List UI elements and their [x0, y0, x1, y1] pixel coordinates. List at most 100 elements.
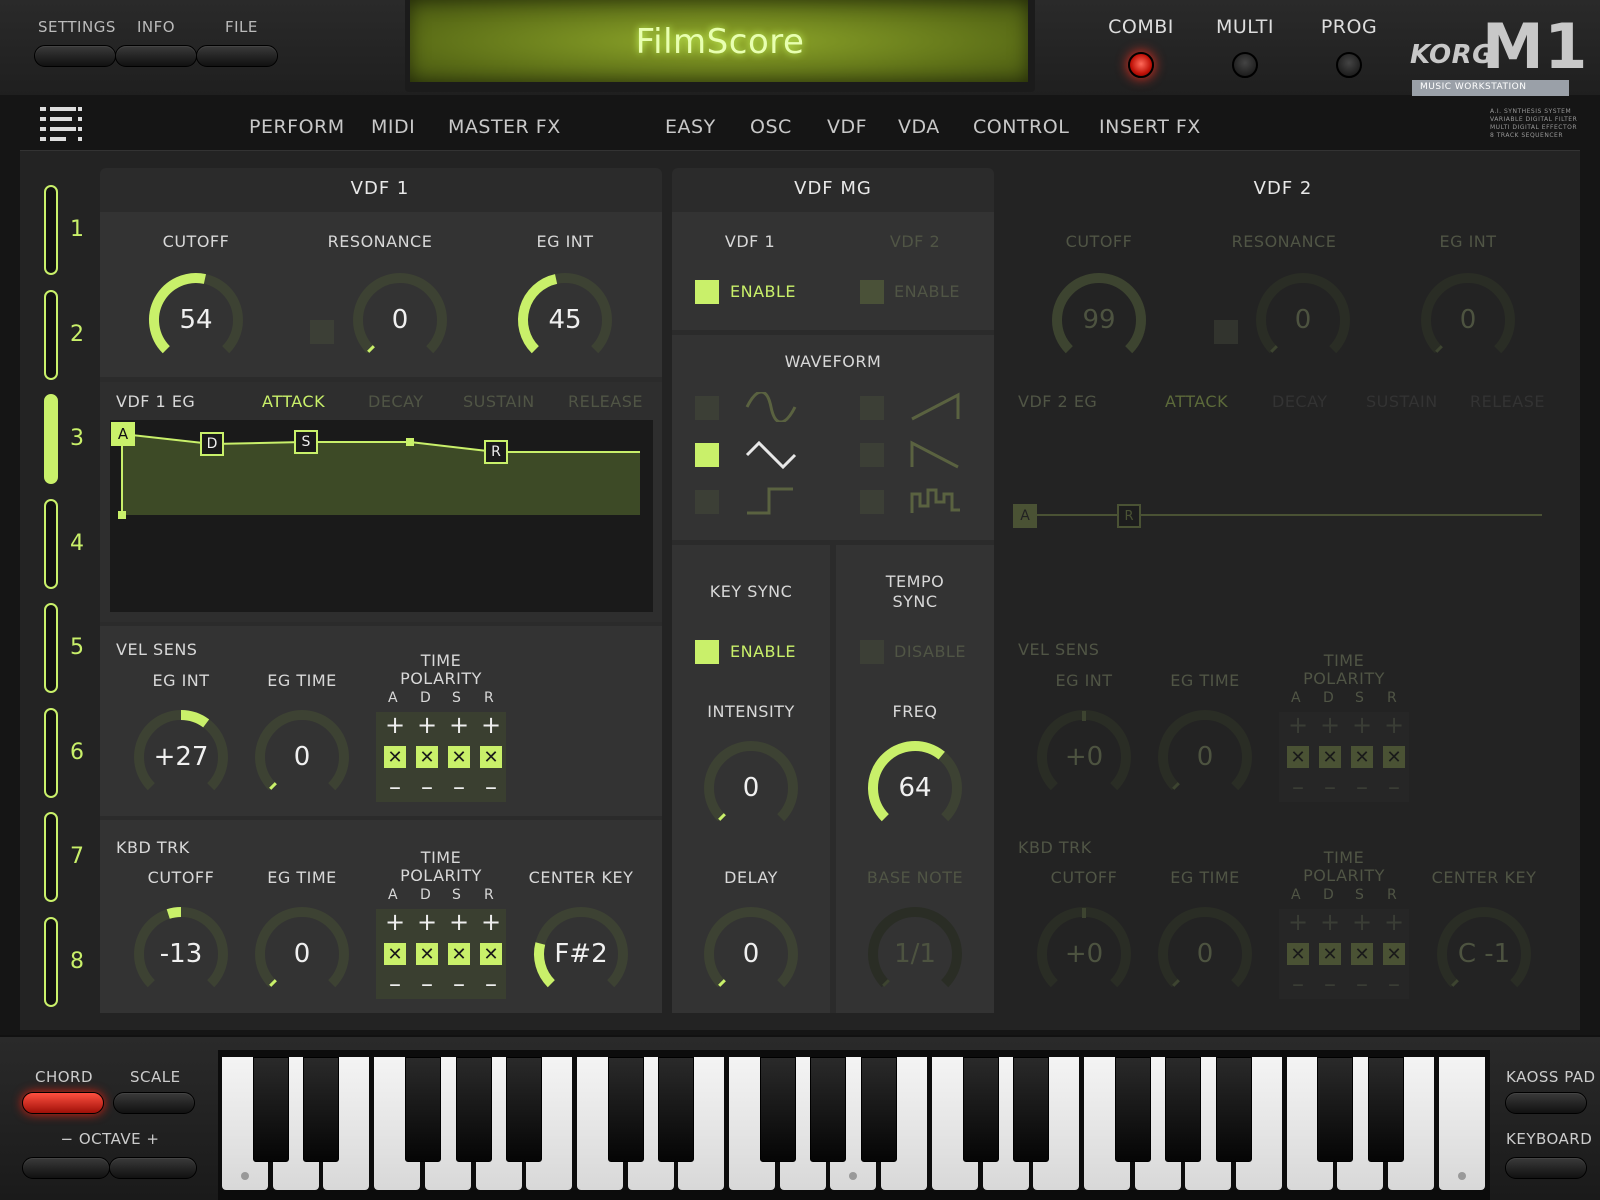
kbd-off-s-button[interactable]: ✕ — [448, 943, 470, 965]
kbd-plus-s-button[interactable]: + — [444, 907, 474, 937]
vdf2-vel-egtime-knob[interactable]: 0 — [1150, 702, 1260, 812]
eg-graph[interactable] — [110, 420, 653, 612]
base-note-knob[interactable]: 1/1 — [860, 899, 970, 1009]
kbd-off-d-button[interactable]: ✕ — [416, 943, 438, 965]
kbd-egtime-knob[interactable]: 0 — [247, 899, 357, 1009]
vdf2-vel-minus-a-button[interactable]: – — [1283, 772, 1313, 802]
vdf2-eg-point-a[interactable]: A — [1013, 504, 1037, 528]
tab-control[interactable]: CONTROL — [973, 116, 1069, 138]
vdf2-kbd-egtime-knob[interactable]: 0 — [1150, 899, 1260, 1009]
vdf2-vel-minus-r-button[interactable]: – — [1379, 772, 1409, 802]
eg-point-d[interactable]: D — [200, 432, 224, 456]
egint-knob[interactable]: 45 — [510, 265, 620, 375]
vel-minus-a-button[interactable]: – — [380, 772, 410, 802]
wave-triangle-select[interactable] — [695, 443, 719, 467]
tab-vda[interactable]: VDA — [898, 116, 940, 138]
vdf2-eg-point-r[interactable]: R — [1117, 504, 1141, 528]
tab-master-fx[interactable]: MASTER FX — [448, 116, 561, 138]
mg-vdf2-enable-checkbox[interactable] — [860, 280, 884, 304]
vel-minus-s-button[interactable]: – — [444, 772, 474, 802]
black-key[interactable] — [1013, 1057, 1050, 1162]
vdf2-kbd-off-r-button[interactable]: ✕ — [1383, 943, 1405, 965]
vdf2-vel-off-s-button[interactable]: ✕ — [1351, 746, 1373, 768]
key-sync-enable-checkbox[interactable] — [695, 640, 719, 664]
intensity-knob[interactable]: 0 — [696, 733, 806, 843]
vdf2-vel-minus-s-button[interactable]: – — [1347, 772, 1377, 802]
kbd-off-r-button[interactable]: ✕ — [480, 943, 502, 965]
scale-button[interactable] — [113, 1092, 195, 1114]
tab-vdf[interactable]: VDF — [827, 116, 867, 138]
kbd-minus-r-button[interactable]: – — [476, 969, 506, 999]
vdf2-eg-decay-tab[interactable]: DECAY — [1272, 392, 1328, 411]
vdf2-kbd-minus-d-button[interactable]: – — [1315, 969, 1345, 999]
black-key[interactable] — [506, 1057, 543, 1162]
prog-mode-led-button[interactable] — [1336, 52, 1362, 78]
black-key[interactable] — [1368, 1057, 1405, 1162]
vdf2-kbd-plus-a-button[interactable]: + — [1283, 907, 1313, 937]
vel-off-s-button[interactable]: ✕ — [448, 746, 470, 768]
tempo-sync-checkbox[interactable] — [860, 640, 884, 664]
black-key[interactable] — [962, 1057, 999, 1162]
kbd-minus-s-button[interactable]: – — [444, 969, 474, 999]
kaoss-pad-button[interactable] — [1505, 1092, 1587, 1114]
wave-saw-down-select[interactable] — [860, 443, 884, 467]
eg-release-tab[interactable]: RELEASE — [568, 392, 643, 411]
black-key[interactable] — [607, 1057, 644, 1162]
vel-off-a-button[interactable]: ✕ — [384, 746, 406, 768]
vdf2-kbd-plus-r-button[interactable]: + — [1379, 907, 1409, 937]
multi-mode-led-button[interactable] — [1232, 52, 1258, 78]
black-key[interactable] — [861, 1057, 898, 1162]
track-slot-1[interactable] — [44, 185, 58, 275]
vdf2-egint-knob[interactable]: 0 — [1413, 265, 1523, 375]
combi-mode-led-button[interactable] — [1128, 52, 1154, 78]
tab-midi[interactable]: MIDI — [371, 116, 415, 138]
vel-minus-d-button[interactable]: – — [412, 772, 442, 802]
wave-saw-up-select[interactable] — [860, 396, 884, 420]
black-key[interactable] — [1165, 1057, 1202, 1162]
center-key-knob[interactable]: F#2 — [526, 899, 636, 1009]
vdf2-kbd-off-d-button[interactable]: ✕ — [1319, 943, 1341, 965]
vel-plus-r-button[interactable]: + — [476, 710, 506, 740]
vdf2-cutoff-knob[interactable]: 99 — [1044, 265, 1154, 375]
octave-down-button[interactable] — [22, 1157, 110, 1179]
track-slot-6[interactable] — [44, 707, 58, 798]
black-key[interactable] — [252, 1057, 289, 1162]
black-key[interactable] — [1114, 1057, 1151, 1162]
tab-insert-fx[interactable]: INSERT FX — [1099, 116, 1201, 138]
black-key[interactable] — [455, 1057, 492, 1162]
track-slot-7[interactable] — [44, 812, 58, 902]
wave-random-select[interactable] — [860, 490, 884, 514]
vel-plus-a-button[interactable]: + — [380, 710, 410, 740]
vdf2-eg-sustain-tab[interactable]: SUSTAIN — [1366, 392, 1438, 411]
info-button[interactable] — [115, 45, 197, 67]
vel-plus-s-button[interactable]: + — [444, 710, 474, 740]
tab-osc[interactable]: OSC — [750, 116, 792, 138]
chord-button[interactable] — [22, 1092, 104, 1114]
cutoff-knob[interactable]: 54 — [141, 265, 251, 375]
eg-sustain-tab[interactable]: SUSTAIN — [463, 392, 535, 411]
vdf2-kbd-minus-a-button[interactable]: – — [1283, 969, 1313, 999]
vdf2-vel-egint-knob[interactable]: +0 — [1029, 702, 1139, 812]
kbd-plus-d-button[interactable]: + — [412, 907, 442, 937]
black-key[interactable] — [759, 1057, 796, 1162]
vdf2-vel-plus-r-button[interactable]: + — [1379, 710, 1409, 740]
eg-point-s[interactable]: S — [294, 430, 318, 454]
delay-knob[interactable]: 0 — [696, 899, 806, 1009]
vel-egtime-knob[interactable]: 0 — [247, 702, 357, 812]
black-key[interactable] — [810, 1057, 847, 1162]
mg-vdf1-enable-checkbox[interactable] — [695, 280, 719, 304]
kbd-cutoff-knob[interactable]: -13 — [126, 899, 236, 1009]
vdf2-center-key-knob[interactable]: C -1 — [1429, 899, 1539, 1009]
black-key[interactable] — [1317, 1057, 1354, 1162]
vdf2-kbd-minus-r-button[interactable]: – — [1379, 969, 1409, 999]
vdf2-kbd-off-a-button[interactable]: ✕ — [1287, 943, 1309, 965]
vdf2-vel-minus-d-button[interactable]: – — [1315, 772, 1345, 802]
vel-off-r-button[interactable]: ✕ — [480, 746, 502, 768]
track-slot-8[interactable] — [44, 916, 58, 1007]
vdf2-eg-release-tab[interactable]: RELEASE — [1470, 392, 1545, 411]
resonance-knob[interactable]: 0 — [345, 265, 455, 375]
vel-egint-knob[interactable]: +27 — [126, 702, 236, 812]
track-slot-3[interactable] — [44, 394, 58, 484]
vdf2-vel-plus-s-button[interactable]: + — [1347, 710, 1377, 740]
vdf2-kbd-minus-s-button[interactable]: – — [1347, 969, 1377, 999]
